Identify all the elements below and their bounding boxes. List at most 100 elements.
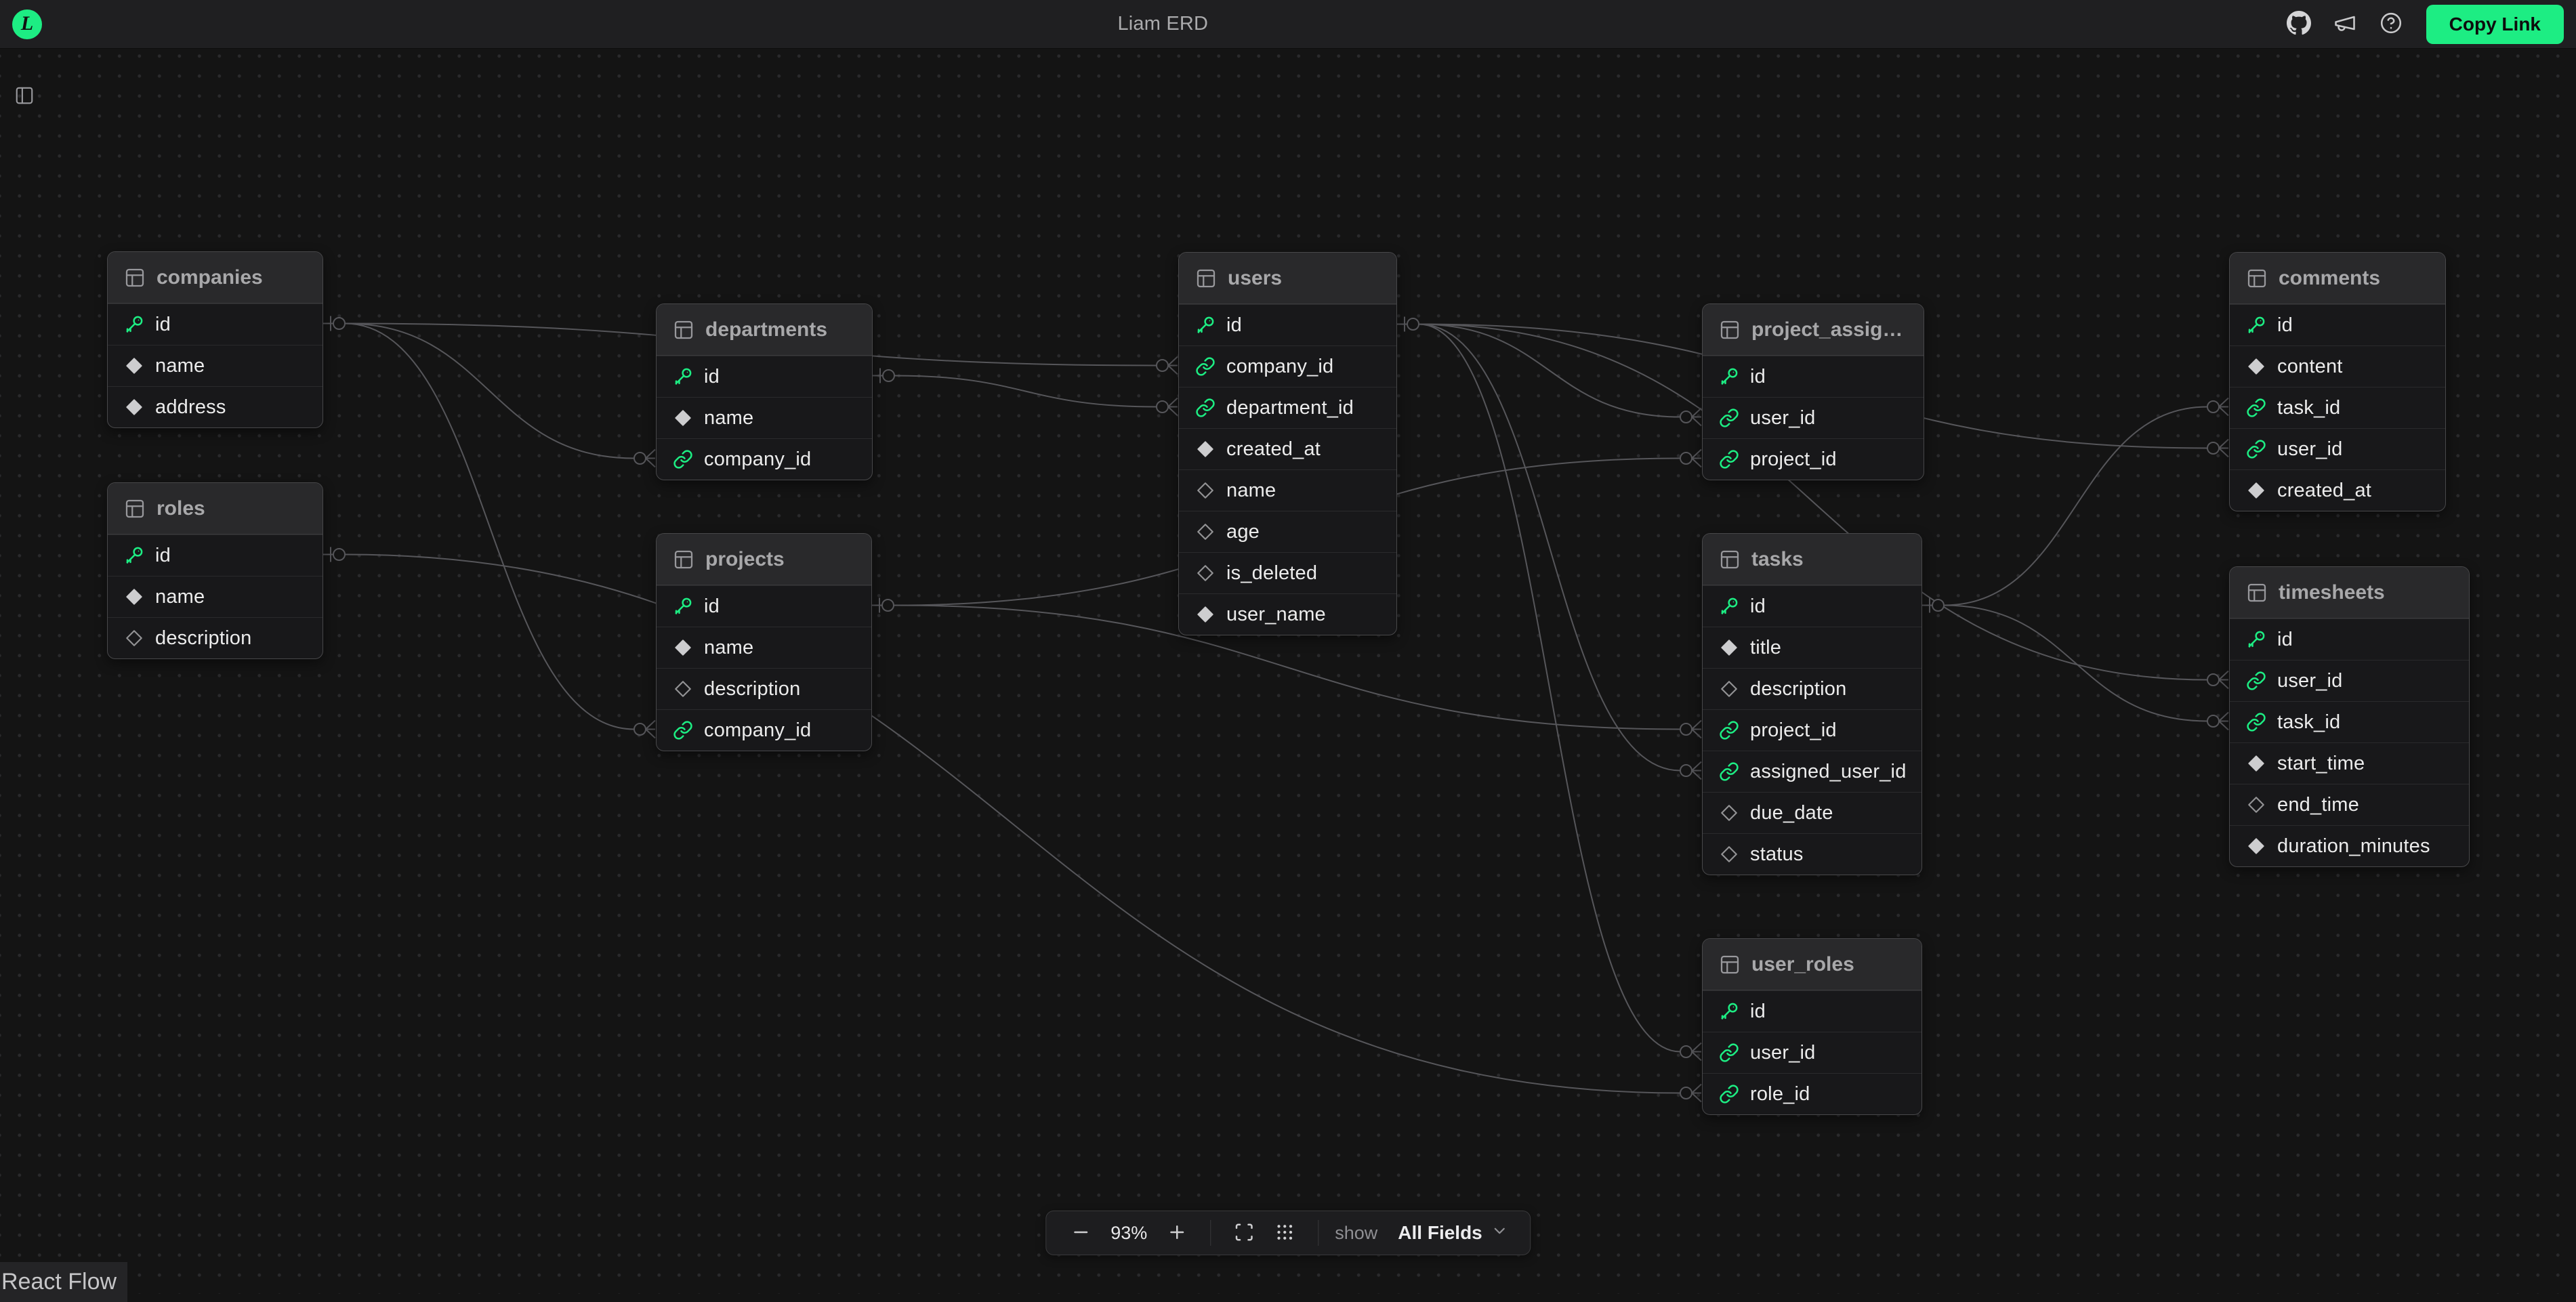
zoom-in-button[interactable] <box>1160 1211 1194 1255</box>
field-row-name: name <box>108 345 323 386</box>
table-header[interactable]: users <box>1179 253 1396 304</box>
field-name: address <box>155 396 226 419</box>
foreign-key-icon <box>2246 439 2266 459</box>
field-row-name: name <box>657 627 871 668</box>
nullable-icon <box>1719 803 1739 823</box>
field-name: assigned_user_id <box>1750 761 1907 783</box>
field-name: age <box>1226 521 1260 543</box>
github-button[interactable] <box>2284 9 2314 39</box>
field-name: project_id <box>1750 448 1837 471</box>
table-node-timesheets[interactable]: timesheetsiduser_idtask_idstart_timeend_… <box>2229 566 2470 867</box>
field-row-name: name <box>1179 469 1396 511</box>
table-node-roles[interactable]: rolesidnamedescription <box>107 482 323 659</box>
app-header: Liam ERD Copy Link <box>0 0 2576 49</box>
table-node-departments[interactable]: departmentsidnamecompany_id <box>656 303 873 480</box>
table-name: users <box>1228 267 1282 290</box>
field-name: department_id <box>1226 397 1354 419</box>
table-header[interactable]: project_assignments <box>1703 304 1924 356</box>
zoom-out-button[interactable] <box>1064 1211 1098 1255</box>
field-name: duration_minutes <box>2277 835 2430 858</box>
release-notes-button[interactable] <box>2330 9 2360 39</box>
table-node-users[interactable]: usersidcompany_iddepartment_idcreated_at… <box>1178 252 1397 635</box>
foreign-key-icon <box>1719 720 1739 740</box>
table-header[interactable]: user_roles <box>1703 939 1921 990</box>
field-name: name <box>1226 480 1276 502</box>
field-row-end_time: end_time <box>2230 784 2469 825</box>
not-null-icon <box>124 587 144 607</box>
table-name: tasks <box>1751 548 1804 571</box>
table-node-user_roles[interactable]: user_rolesiduser_idrole_id <box>1702 938 1922 1115</box>
field-row-start_time: start_time <box>2230 742 2469 784</box>
foreign-key-icon <box>673 449 693 469</box>
table-node-project_assignments[interactable]: project_assignmentsid user_id project_id <box>1702 303 1924 480</box>
field-name: description <box>1750 678 1846 700</box>
nullable-icon <box>1719 679 1739 699</box>
field-row-company_id: company_id <box>657 438 872 480</box>
field-name: description <box>155 627 251 650</box>
field-row-task_id: task_id <box>2230 387 2445 428</box>
fit-view-button[interactable] <box>1227 1211 1261 1255</box>
foreign-key-icon <box>1719 1043 1739 1063</box>
header-actions: Copy Link <box>2284 5 2564 44</box>
react-flow-attribution[interactable]: React Flow <box>0 1262 127 1302</box>
field-row-company_id: company_id <box>1179 345 1396 387</box>
field-name: project_id <box>1750 719 1837 742</box>
field-row-description: description <box>657 668 871 709</box>
primary-key-icon <box>1719 1001 1739 1022</box>
field-row-department_id: department_id <box>1179 387 1396 428</box>
diagram-nodes: companiesidnameaddressrolesidnamedescrip… <box>0 0 2576 1294</box>
table-header[interactable]: projects <box>657 534 871 585</box>
table-name: project_assignments <box>1751 318 1906 341</box>
primary-key-icon <box>124 314 144 335</box>
tidy-up-button[interactable] <box>1268 1211 1302 1255</box>
field-row-user_id: user_id <box>1703 1032 1921 1073</box>
diagram-canvas[interactable]: companiesidnameaddressrolesidnamedescrip… <box>0 0 2576 1294</box>
fit-view-icon <box>1234 1222 1254 1244</box>
not-null-icon <box>673 637 693 658</box>
field-name: id <box>1750 366 1766 388</box>
foreign-key-icon <box>1719 761 1739 782</box>
field-row-title: title <box>1703 627 1921 668</box>
field-row-id: id <box>1179 304 1396 345</box>
field-row-is_deleted: is_deleted <box>1179 552 1396 593</box>
table-icon <box>1195 268 1217 289</box>
field-row-role_id: role_id <box>1703 1073 1921 1114</box>
field-row-user_id: user_id <box>1703 397 1924 438</box>
field-name: id <box>1750 595 1766 618</box>
copy-link-button[interactable]: Copy Link <box>2426 5 2564 44</box>
table-node-tasks[interactable]: tasks id title description project_idassigne… <box>1702 533 1922 875</box>
field-name: id <box>2277 314 2293 337</box>
table-node-companies[interactable]: companiesidnameaddress <box>107 251 323 428</box>
sidebar-toggle-button[interactable] <box>11 83 38 110</box>
table-header[interactable]: timesheets <box>2230 567 2469 618</box>
field-name: name <box>704 407 753 429</box>
field-row-id: id <box>1703 356 1924 397</box>
liam-logo[interactable] <box>12 9 42 39</box>
not-null-icon <box>673 408 693 428</box>
table-icon <box>124 498 146 520</box>
not-null-icon <box>124 356 144 376</box>
help-button[interactable] <box>2376 9 2406 39</box>
foreign-key-icon <box>1719 1084 1739 1104</box>
field-name: due_date <box>1750 802 1833 824</box>
field-name: content <box>2277 356 2343 378</box>
table-header[interactable]: roles <box>108 483 323 534</box>
field-row-content: content <box>2230 345 2445 387</box>
table-node-comments[interactable]: commentsidcontenttask_iduser_idcreated_a… <box>2229 252 2446 511</box>
nullable-icon <box>1719 844 1739 864</box>
table-header[interactable]: departments <box>657 304 872 356</box>
minus-icon <box>1071 1222 1091 1244</box>
table-node-projects[interactable]: projectsidnamedescriptioncompany_id <box>656 533 872 751</box>
not-null-icon <box>2246 836 2266 856</box>
toolbar-divider <box>1210 1220 1211 1246</box>
field-row-project_id: project_id <box>1703 709 1921 751</box>
show-label: show <box>1335 1223 1377 1244</box>
nullable-icon <box>1195 522 1216 542</box>
field-name: user_id <box>2277 438 2343 461</box>
table-header[interactable]: companies <box>108 252 323 303</box>
show-mode-dropdown[interactable]: All Fields <box>1394 1222 1512 1244</box>
table-header[interactable]: comments <box>2230 253 2445 304</box>
table-header[interactable]: tasks <box>1703 534 1921 585</box>
primary-key-icon <box>1719 366 1739 387</box>
field-name: name <box>155 355 205 377</box>
